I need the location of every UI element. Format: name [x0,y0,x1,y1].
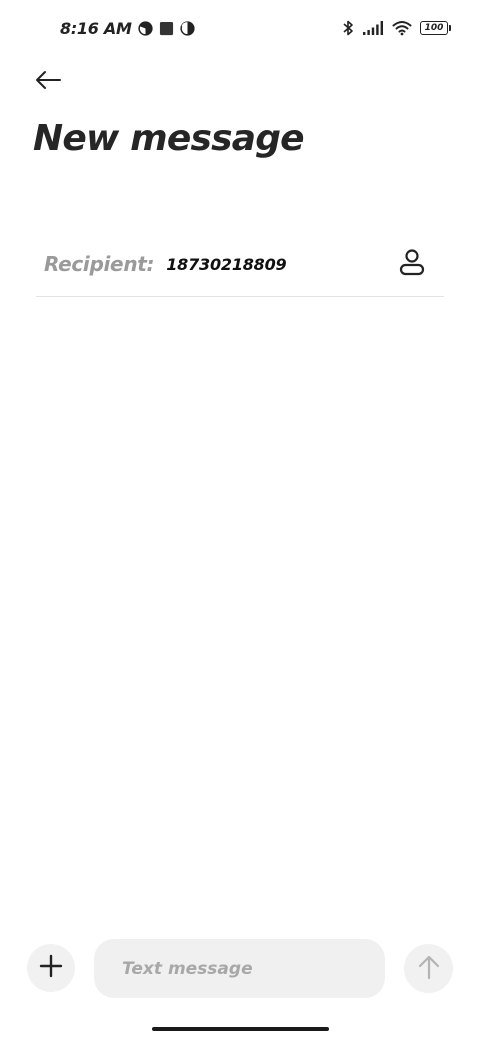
battery-icon: 100 [420,21,451,35]
status-right: 100 [342,19,451,37]
recipient-input[interactable]: 18730218809 [166,255,286,274]
contact-picker-button[interactable] [394,246,430,282]
page-title: New message [33,118,305,159]
new-message-screen: 8:16 AM 100 New message Recipient: 18730… [0,0,480,1040]
send-button[interactable] [404,944,453,993]
bluetooth-icon [342,19,354,37]
signal-icon [362,20,384,36]
back-button[interactable] [28,62,68,102]
arrow-up-icon [417,954,441,984]
message-input[interactable] [94,939,385,998]
recipient-row[interactable]: Recipient: 18730218809 [36,232,444,297]
status-time: 8:16 AM [60,18,132,38]
plus-icon [39,954,63,982]
status-bar: 8:16 AM 100 [0,0,480,56]
arrow-left-icon [34,70,62,94]
person-icon [397,247,427,281]
attach-button[interactable] [27,944,75,992]
square-notification-icon [159,21,174,36]
data-saver-icon [137,20,153,36]
home-indicator[interactable] [152,1027,329,1031]
data-saver-icon [179,20,195,36]
wifi-icon [392,20,412,36]
status-left: 8:16 AM [60,19,195,38]
recipient-label: Recipient: [44,252,155,276]
